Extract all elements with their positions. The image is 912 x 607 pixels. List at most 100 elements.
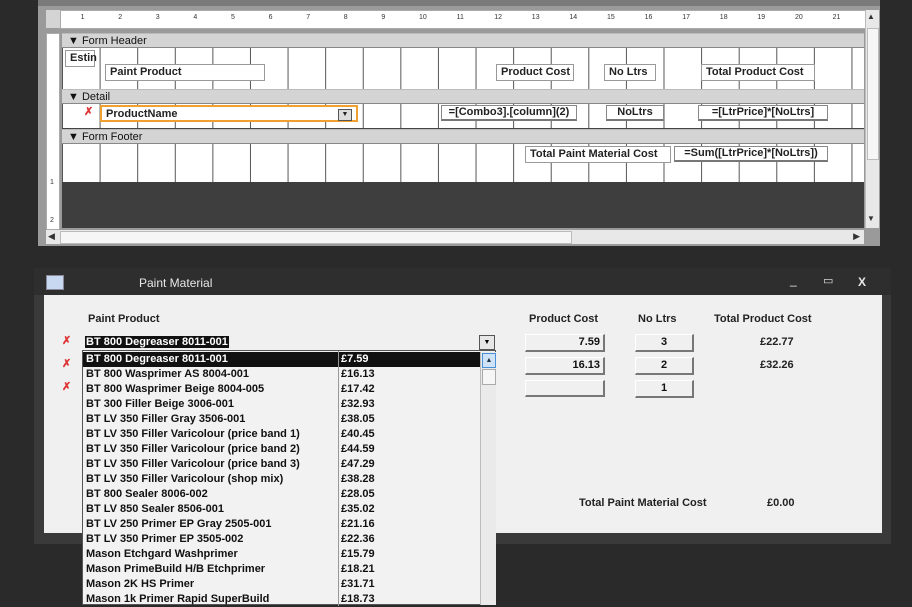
chevron-down-icon[interactable]: ▼ [479,335,495,350]
no-ltrs-field[interactable]: 3 [635,334,694,352]
ruler-mark: 8 [343,14,348,21]
dropdown-option[interactable]: BT LV 350 Filler Gray 3506-001 £38.05 [83,412,480,427]
dropdown-option[interactable]: BT 800 Degreaser 8011-001 £7.59 [83,352,480,367]
option-price: £21.16 [341,518,375,530]
option-name: BT 300 Filler Beige 3006-001 [86,398,234,410]
dropdown-option[interactable]: BT LV 850 Sealer 8506-001 £35.02 [83,502,480,517]
label-estin[interactable]: Estin [65,50,97,67]
option-price: £18.21 [341,563,375,575]
maximize-button[interactable]: ▭ [823,274,833,287]
scroll-up-icon[interactable]: ▲ [867,12,875,21]
ruler-mark: 13 [531,14,540,21]
record-selector-icon[interactable]: ✗ [62,357,71,370]
no-ltrs-field[interactable]: 1 [635,380,694,398]
dropdown-option[interactable]: BT LV 250 Primer EP Gray 2505-001 £21.16 [83,517,480,532]
scroll-thumb[interactable] [482,369,496,385]
header-product-cost: Product Cost [529,313,599,325]
textbox-noltrs[interactable]: NoLtrs [606,105,664,121]
combo-text: ProductName [106,108,178,120]
ruler-mark: 9 [381,14,386,21]
option-name: BT LV 350 Filler Varicolour (price band … [86,458,300,470]
dropdown-option[interactable]: Mason PrimeBuild H/B Etchprimer £18.21 [83,562,480,577]
option-name: BT LV 350 Filler Varicolour (price band … [86,428,300,440]
option-price: £38.05 [341,413,375,425]
label-paint-product[interactable]: Paint Product [105,64,265,81]
scroll-left-icon[interactable]: ◀ [48,231,55,242]
option-name: BT 800 Degreaser 8011-001 [86,353,228,365]
ruler-mark: 16 [644,14,653,21]
label-no-ltrs[interactable]: No Ltrs [604,64,656,81]
dropdown-option[interactable]: BT 800 Wasprimer AS 8004-001 £16.13 [83,367,480,382]
minimize-button[interactable]: _ [790,273,797,287]
label-total-paint-material-cost[interactable]: Total Paint Material Cost [525,146,671,163]
option-name: BT LV 250 Primer EP Gray 2505-001 [86,518,272,530]
ruler-mark: 6 [268,14,273,21]
ruler-mark: 4 [193,14,198,21]
record-selector-icon[interactable]: ✗ [62,380,71,393]
design-toolbar-strip [38,0,880,6]
vertical-ruler: 1 2 [46,33,60,230]
form-selector[interactable] [46,10,60,28]
dropdown-option[interactable]: BT LV 350 Primer EP 3505-002 £22.36 [83,532,480,547]
paint-product-combo[interactable]: BT 800 Degreaser 8011-001 ▼ [84,335,497,350]
vertical-scrollbar[interactable]: ▲ ▼ [865,10,879,228]
no-ltrs-field[interactable]: 2 [635,357,694,375]
dropdown-option[interactable]: Mason 2K HS Primer £31.71 [83,577,480,592]
horizontal-scrollbar[interactable]: ◀ ▶ [46,230,864,244]
dropdown-scrollbar[interactable]: ▲ [480,352,496,605]
ruler-mark: 19 [757,14,766,21]
product-cost-field[interactable]: 7.59 [525,334,605,352]
title-bar: Paint Material _ ▭ X [34,268,891,295]
section-form-header[interactable]: ▼ Form Header [62,33,864,48]
ruler-mark: 17 [682,14,690,21]
product-cost-field[interactable] [525,380,605,397]
ruler-mark: 18 [719,14,728,21]
product-cost-field[interactable]: 16.13 [525,357,605,375]
section-label: Form Header [81,35,147,47]
scroll-down-icon[interactable]: ▼ [867,214,875,223]
dropdown-option[interactable]: BT LV 350 Filler Varicolour (price band … [83,457,480,472]
dropdown-option[interactable]: Mason Etchgard Washprimer £15.79 [83,547,480,562]
option-price: £22.36 [341,533,375,545]
scroll-right-icon[interactable]: ▶ [853,231,860,242]
option-price: £16.13 [341,368,375,380]
product-dropdown-list[interactable]: BT 800 Degreaser 8011-001 £7.59 BT 800 Was… [82,350,496,606]
dropdown-option[interactable]: BT 300 Filler Beige 3006-001 £32.93 [83,397,480,412]
vruler-mark: 1 [50,179,54,186]
horizontal-ruler: 1 2 3 4 5 6 7 8 9 10 11 12 13 14 15 16 17 18 19 20 21 [60,10,866,29]
ruler-mark: 10 [419,14,427,21]
vruler-mark: 2 [50,217,54,224]
ruler-mark: 1 [80,14,85,21]
dropdown-option[interactable]: BT LV 350 Filler Varicolour (price band … [83,442,480,457]
window-title: Paint Material [139,276,213,290]
option-price: £15.79 [341,548,375,560]
total-product-cost-value: £32.26 [760,359,794,371]
dropdown-option[interactable]: BT LV 350 Filler Varicolour (shop mix) £3… [83,472,480,487]
header-no-ltrs: No Ltrs [638,313,677,325]
section-detail[interactable]: ▼ Detail [62,89,864,104]
chevron-down-icon[interactable]: ▼ [338,109,352,121]
section-form-footer[interactable]: ▼ Form Footer [62,129,864,144]
textbox-total-expr[interactable]: =[LtrPrice]*[NoLtrs] [698,105,828,121]
record-selector-icon[interactable]: ✗ [62,334,71,347]
option-price: £47.29 [341,458,375,470]
dropdown-option[interactable]: BT 800 Wasprimer Beige 8004-005 £17.42 [83,382,480,397]
total-product-cost-value: £22.77 [760,336,794,348]
form-icon [46,275,64,290]
scroll-up-icon[interactable]: ▲ [482,353,496,368]
scroll-thumb[interactable] [867,28,879,160]
ruler-mark: 14 [569,14,578,21]
ruler-mark: 2 [118,14,123,21]
textbox-cost-expr[interactable]: =[Combo3].[column](2) [441,105,577,121]
scroll-thumb[interactable] [60,231,572,244]
label-product-cost[interactable]: Product Cost [496,64,574,81]
dropdown-option[interactable]: BT LV 350 Filler Varicolour (price band … [83,427,480,442]
option-name: BT LV 350 Filler Varicolour (shop mix) [86,473,284,485]
close-button[interactable]: X [858,275,866,289]
combo-value[interactable]: BT 800 Degreaser 8011-001 [85,336,229,348]
combo-productname[interactable]: ProductName ▼ [100,105,358,122]
dropdown-option[interactable]: BT 800 Sealer 8006-002 £28.05 [83,487,480,502]
textbox-sum-expr[interactable]: =Sum([LtrPrice]*[NoLtrs]) [674,146,828,162]
label-total-product-cost[interactable]: Total Product Cost [701,64,815,81]
option-name: BT 800 Wasprimer Beige 8004-005 [86,383,265,395]
